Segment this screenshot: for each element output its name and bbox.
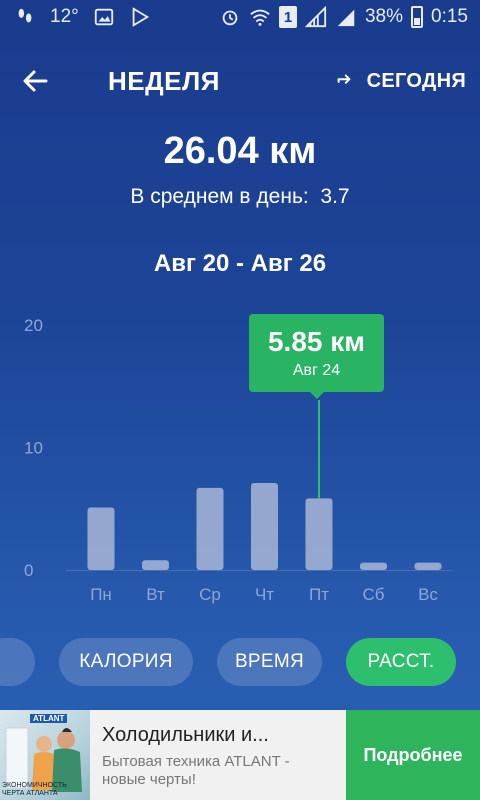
bar-0[interactable] [87,507,115,570]
x-tick-label: Пн [90,585,112,604]
average-value: 3.7 [320,185,350,208]
ad-banner[interactable]: ATLANT ЭКОНОМИЧНОСТЬ ЧЕРТА АТЛАНТА Холод… [0,710,480,800]
footsteps-icon [14,6,36,28]
daily-average: В среднем в день: 3.7 [0,185,480,209]
date-range: Авг 20 - Авг 26 [153,250,327,277]
total-distance: 26.04 км [163,130,317,172]
today-button[interactable]: СЕГОДНЯ [335,65,466,97]
play-store-icon [129,6,151,28]
tooltip-arrow [309,391,325,399]
wifi-icon [249,6,271,28]
sim-badge: 1 [278,6,297,28]
arrow-left-icon [23,70,48,92]
distance-bar-chart: 0 10 20 Пн Вт Ср Чт Пт Сб Вс [24,316,452,604]
clock-text: 0:15 [431,6,468,27]
return-icon [337,74,351,84]
x-tick-label: Пт [309,585,329,604]
chip-distance[interactable]: РАССТ. [346,638,456,686]
bar-4[interactable] [305,498,333,570]
chip-calories[interactable]: КАЛОРИЯ [59,638,193,686]
tooltip-value: 5.85 км [267,326,365,357]
ad-title[interactable]: Холодильники и... [102,724,269,747]
ad-image-caption: ЭКОНОМИЧНОСТЬ ЧЕРТА АТЛАНТА [2,782,67,797]
app-bar: НЕДЕЛЯ СЕГОДНЯ [0,55,480,107]
y-tick-label: 20 [24,316,43,335]
x-tick-label: Вс [418,585,438,604]
bar-3[interactable] [251,483,278,570]
average-label: В среднем в день: [130,185,309,208]
chart-tooltip: 5.85 км Авг 24 [249,314,384,392]
metric-selector: КАЛОРИЯ ВРЕМЯ РАССТ. [0,638,480,686]
x-tick-label: Чт [255,585,274,604]
status-bar: 12° 1 38% 0:15 [0,0,480,38]
ad-image[interactable]: ATLANT ЭКОНОМИЧНОСТЬ ЧЕРТА АТЛАНТА [0,710,90,800]
chip-steps[interactable] [0,638,35,686]
x-tick-label: Сб [362,585,384,604]
ad-brand: ATLANT [30,714,68,723]
alarm-icon [219,6,241,28]
bar-2[interactable] [196,487,224,570]
y-tick-label: 10 [24,439,43,458]
battery-percent-text: 38% [364,6,404,27]
image-icon [93,6,115,28]
ad-cta-button[interactable]: Подробнее [346,710,480,800]
page-title: НЕДЕЛЯ [108,66,220,96]
back-button[interactable] [18,65,54,97]
tooltip-date: Авг 24 [292,362,341,379]
bar-6[interactable] [414,562,442,570]
bar-1[interactable] [142,560,169,570]
battery-icon [411,6,424,28]
ad-description[interactable]: Бытовая техника ATLANT - новые черты! [102,753,332,789]
x-tick-label: Вт [146,585,165,604]
signal-icon-2 [335,6,357,28]
y-tick-label: 0 [24,561,33,580]
today-label: СЕГОДНЯ [366,69,466,92]
signal-icon [304,6,327,28]
chip-time[interactable]: ВРЕМЯ [217,638,322,686]
x-tick-label: Ср [199,585,221,604]
temperature-text: 12° [50,6,79,27]
bar-5[interactable] [360,562,387,570]
